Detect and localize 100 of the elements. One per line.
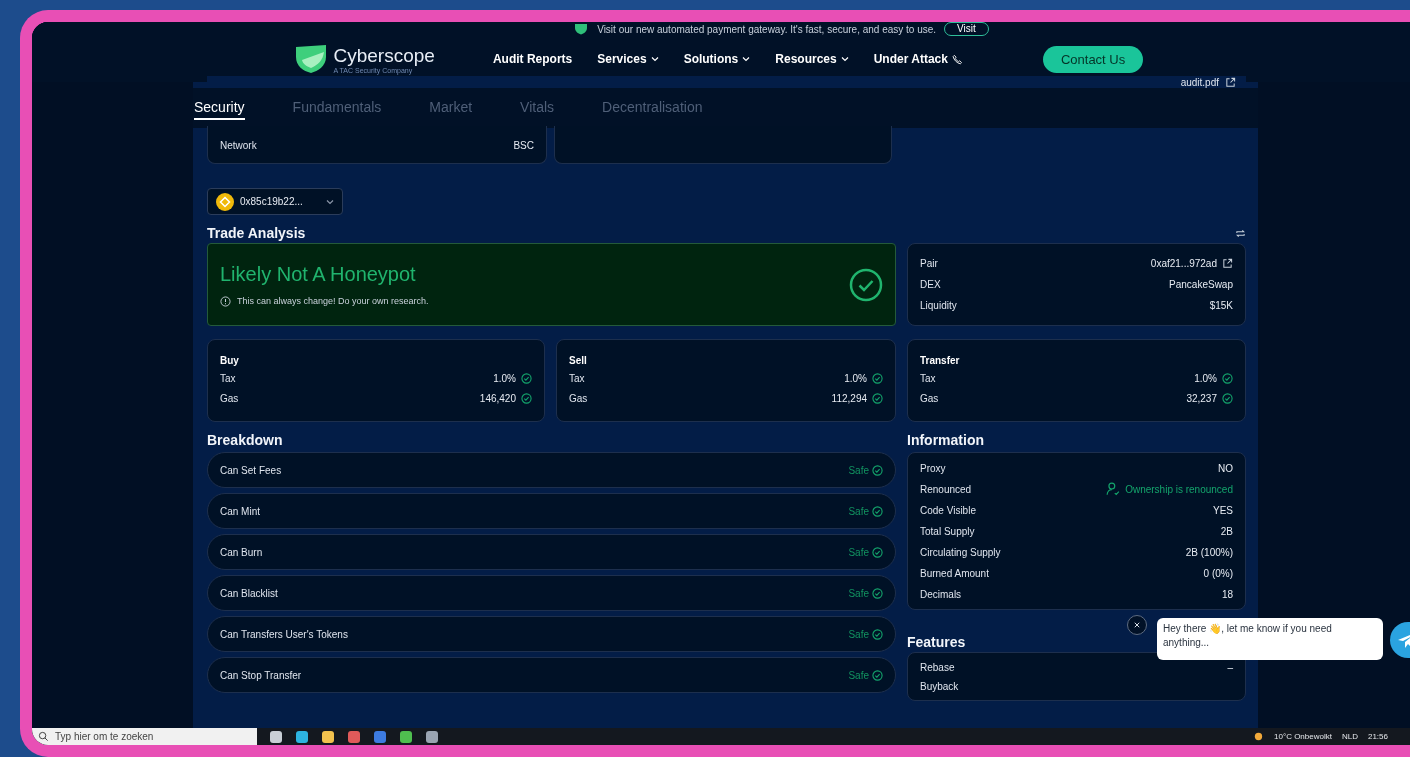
app-icon[interactable] — [425, 729, 439, 744]
row-value: 2B — [1220, 525, 1233, 537]
row-value: 1.0% — [1194, 372, 1217, 384]
close-icon — [1133, 622, 1141, 628]
check-circle-icon — [872, 587, 883, 599]
row-label: Renounced — [920, 483, 972, 495]
caret-icon — [326, 198, 334, 205]
row-label: Proxy — [920, 462, 946, 474]
status-label: Safe — [848, 628, 869, 640]
nav-link[interactable]: Under Attack — [873, 52, 963, 66]
row-value: 0 (0%) — [1203, 567, 1233, 579]
status-label: Safe — [848, 669, 869, 681]
check-circle-icon — [872, 669, 883, 681]
breakdown-item[interactable]: Can Mint Safe — [207, 493, 896, 529]
breakdown-item[interactable]: Can Set Fees Safe — [207, 452, 896, 488]
weather-text: 10°C Onbewolkt — [1274, 732, 1332, 741]
row-label: Decimals — [920, 588, 962, 600]
app-icon[interactable] — [347, 729, 361, 744]
row-value: 32,237 — [1186, 392, 1217, 404]
row-value: 0xaf21...972ad — [1150, 258, 1217, 269]
breakdown-item[interactable]: Can Burn Safe — [207, 534, 896, 570]
external-link-icon[interactable] — [1222, 258, 1233, 269]
nav-link[interactable]: Solutions — [683, 52, 751, 66]
row-label: Liquidity — [920, 300, 957, 311]
row-label: Code Visible — [920, 504, 976, 516]
section-title: Trade Analysis — [207, 224, 307, 243]
row-label: Tax — [569, 372, 585, 384]
language-indicator[interactable]: NLD — [1341, 732, 1358, 741]
shield-logo-icon — [293, 44, 328, 74]
check-circle-icon — [521, 372, 532, 384]
file-link[interactable]: audit.pdf — [1180, 76, 1219, 88]
check-circle-icon — [872, 505, 883, 517]
info-icon — [220, 295, 231, 307]
nav-link[interactable]: Audit Reports — [492, 52, 573, 66]
row-label: Tax — [220, 372, 236, 384]
logo-wordmark[interactable]: Cyberscope — [333, 44, 435, 67]
app-icon[interactable] — [269, 729, 283, 744]
row-label: DEX — [920, 279, 941, 290]
shield-icon — [573, 23, 590, 35]
card-title: Buy — [220, 355, 240, 366]
row-label: Pair — [920, 258, 938, 269]
check-circle-icon — [872, 392, 883, 404]
row-label: Total Supply — [920, 525, 975, 537]
breakdown-item[interactable]: Can Transfers User's Tokens Safe — [207, 616, 896, 652]
clock[interactable]: 21:56 — [1367, 732, 1388, 741]
check-circle-icon — [521, 392, 532, 404]
token-dropdown[interactable]: 0x85c19b22... — [207, 188, 343, 215]
nav-link[interactable]: Resources — [775, 52, 849, 66]
check-circle-icon — [872, 464, 883, 476]
status-label: Safe — [848, 546, 869, 558]
caret-icon — [742, 56, 751, 62]
weather-icon — [1253, 731, 1265, 742]
row-value: NO — [1218, 462, 1233, 474]
row-value: 1.0% — [493, 372, 516, 384]
row-label: Buyback — [920, 680, 959, 692]
chat-message: Hey there 👋, let me know if you need anything... — [1157, 618, 1383, 660]
row-label: Burned Amount — [920, 567, 989, 579]
verdict-title: Likely Not A Honeypot — [220, 262, 417, 286]
section-title: Breakdown — [207, 431, 284, 450]
app-icon[interactable] — [295, 729, 309, 744]
check-circle-icon — [849, 267, 883, 302]
section-title: Information — [907, 431, 985, 450]
refresh-icon[interactable] — [1235, 227, 1246, 239]
breakdown-item[interactable]: Can Blacklist Safe — [207, 575, 896, 611]
app-icon[interactable] — [399, 729, 413, 744]
caret-icon — [650, 56, 659, 62]
row-value: 1.0% — [844, 372, 867, 384]
row-value: Ownership is renounced — [1125, 483, 1233, 495]
row-value: 2B (100%) — [1185, 546, 1233, 558]
nav-link[interactable]: Services — [597, 52, 659, 66]
row-label: Network — [220, 140, 257, 151]
check-circle-icon — [1222, 392, 1233, 404]
app-icon[interactable] — [321, 729, 335, 744]
coin-icon — [216, 192, 234, 211]
announcement-text: Visit our new automated payment gateway. It's fast, secure, and easy to use. — [597, 23, 937, 35]
check-circle-icon — [872, 546, 883, 558]
tab[interactable]: Security — [194, 96, 245, 120]
row-value: $15K — [1209, 300, 1233, 311]
status-label: Safe — [848, 464, 869, 476]
status-label: Safe — [848, 505, 869, 517]
row-value: – — [1227, 661, 1233, 673]
row-label: Circulating Supply — [920, 546, 1001, 558]
card-title: Transfer — [920, 355, 961, 366]
search-icon — [38, 731, 49, 742]
check-circle-icon — [1222, 372, 1233, 384]
row-value: 146,420 — [479, 392, 516, 404]
row-label: Gas — [220, 392, 239, 404]
status-label: Safe — [848, 587, 869, 599]
check-circle-icon — [872, 628, 883, 640]
row-value: 18 — [1221, 588, 1233, 600]
taskbar-search[interactable]: Typ hier om te zoeken — [32, 728, 257, 745]
row-label: Gas — [920, 392, 939, 404]
card-title: Sell — [569, 355, 588, 366]
row-value: PancakeSwap — [1169, 279, 1233, 290]
breakdown-item[interactable]: Can Stop Transfer Safe — [207, 657, 896, 693]
external-link-icon[interactable] — [1225, 76, 1236, 88]
check-circle-icon — [872, 372, 883, 384]
row-value: YES — [1213, 504, 1233, 516]
caret-icon — [840, 56, 849, 62]
contact-button[interactable]: Contact Us — [1042, 45, 1144, 73]
